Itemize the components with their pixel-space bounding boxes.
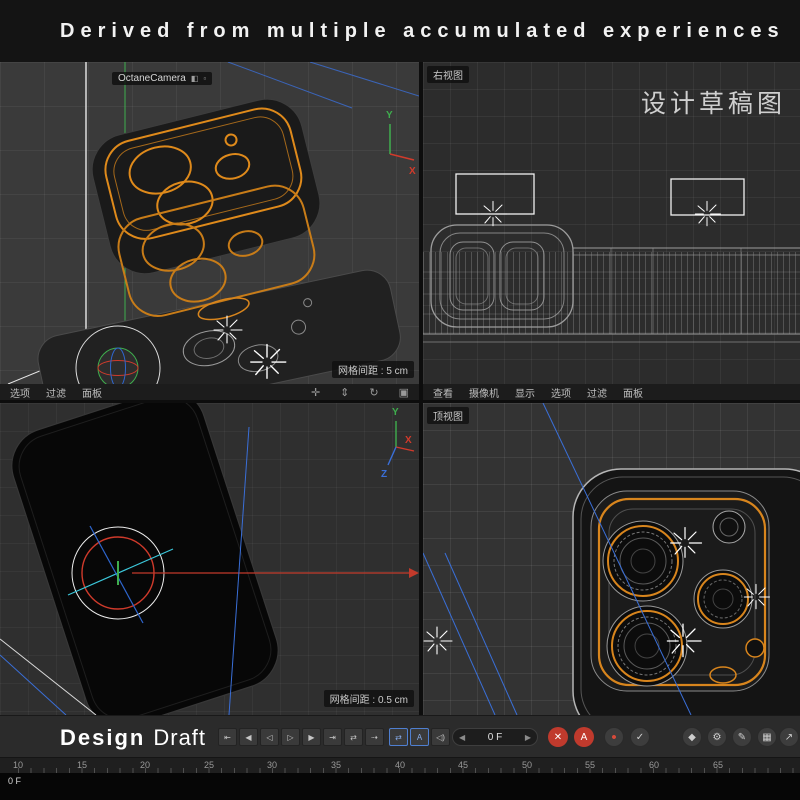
menu-item-panel[interactable]: 面板 (82, 385, 102, 400)
case-base (34, 266, 405, 400)
previous-key-button[interactable]: ◀ (239, 728, 258, 746)
ruler-label: 45 (458, 760, 468, 770)
grid-spacing-badge: 网格间距 : 5 cm (332, 361, 414, 378)
ruler-label: 40 (395, 760, 405, 770)
title-draft: Draft (153, 725, 206, 750)
current-frame-value: 0 F (488, 732, 502, 743)
timeline-ruler[interactable]: 10 15 20 25 30 35 40 45 50 55 60 65 (0, 757, 800, 773)
x-axis-label: X (405, 435, 412, 446)
camera-label-text: OctaneCamera (118, 73, 186, 84)
maximize-icon[interactable]: ▣ (399, 386, 409, 399)
autokey-mode-button[interactable]: A (410, 728, 429, 746)
axis-gizmo: Y X Z (381, 407, 414, 480)
x-axis-label: X (409, 166, 416, 177)
record-keyframe-button[interactable]: ✕ (548, 727, 568, 747)
ruler-label: 20 (140, 760, 150, 770)
ruler-label: 65 (713, 760, 723, 770)
menu-item-options[interactable]: 选项 (551, 385, 571, 400)
camera-icon[interactable]: ◧ (191, 74, 199, 83)
lidar-ring (746, 639, 764, 657)
phone-case-back (2, 403, 288, 715)
menu-item-view[interactable]: 查看 (433, 385, 453, 400)
ruler-label: 10 (13, 760, 23, 770)
viewport-right[interactable]: 右视图 设计草稿图 查看 摄像机 显示 选项 过滤 面板 (423, 62, 800, 400)
perspective-canvas: Y X (0, 62, 419, 400)
watermark-text: 设计草稿图 (641, 84, 786, 120)
key-position-button[interactable]: ◆ (682, 727, 702, 747)
y-axis-label: Y (386, 110, 393, 121)
ruler-label: 60 (649, 760, 659, 770)
menu-item-panel[interactable]: 面板 (623, 385, 643, 400)
ruler-label: 55 (585, 760, 595, 770)
z-axis-label: Z (381, 469, 387, 480)
previous-frame-button[interactable]: ◁ (260, 728, 279, 746)
title-design: Design (60, 725, 145, 750)
next-key-button[interactable]: ⇄ (344, 728, 363, 746)
play-forward-button[interactable]: ▶ (302, 728, 321, 746)
ruler-label: 50 (522, 760, 532, 770)
timeline-toolbar: Design Draft ⇤ ◀ ◁ ▷ ▶ ⇥ ⇄ ⇢ ⇄ A ◁) ◀ 0 F… (0, 715, 800, 757)
right-view-menu-bar: 查看 摄像机 显示 选项 过滤 面板 (423, 384, 800, 400)
next-frame-button[interactable]: ⇢ (365, 728, 384, 746)
ruler-label: 15 (77, 760, 87, 770)
pan-icon[interactable]: ✛ (311, 386, 320, 399)
banner-title: Derived from multiple accumulated experi… (60, 20, 785, 43)
camera-view-canvas: Y X Z (0, 403, 419, 715)
play-button[interactable]: ▷ (281, 728, 300, 746)
grid-spacing-badge: 网格间距 : 0.5 cm (324, 690, 414, 707)
frame-increment-icon[interactable]: ▶ (525, 733, 531, 742)
menu-item-display[interactable]: 显示 (515, 385, 535, 400)
viewport-camera[interactable]: Y X Z 网格间距 : 0.5 cm (0, 403, 419, 715)
menu-item-options[interactable]: 选项 (10, 385, 30, 400)
key-settings-button[interactable]: ⚙ (707, 727, 727, 747)
camera-label[interactable]: OctaneCamera ◧ ▫ (112, 72, 212, 85)
keyframe-point-button[interactable]: • (604, 727, 624, 747)
key-grid-button[interactable]: ▦ (757, 727, 777, 747)
case-corner (573, 469, 800, 715)
viewport-top[interactable]: 顶视图 (423, 403, 800, 715)
go-to-start-button[interactable]: ⇤ (218, 728, 237, 746)
page-title: Design Draft (60, 725, 206, 751)
key-edit-button[interactable]: ✎ (732, 727, 752, 747)
top-view-canvas (423, 403, 800, 715)
current-frame-field[interactable]: ◀ 0 F ▶ (452, 728, 538, 746)
ruler-label: 25 (204, 760, 214, 770)
sparkle-highlight (424, 627, 452, 654)
banner: Derived from multiple accumulated experi… (0, 0, 800, 62)
y-axis-label: Y (392, 407, 399, 418)
menu-item-camera[interactable]: 摄像机 (469, 385, 499, 400)
camera-lens-large-bottom (607, 606, 687, 686)
zoom-icon[interactable]: ⇕ (340, 386, 349, 399)
application-window: Derived from multiple accumulated experi… (0, 0, 800, 800)
perspective-menu-bar: 选项 过滤 面板 ✛ ⇕ ↻ ▣ (0, 384, 419, 400)
autokeying-button[interactable]: A (574, 727, 594, 747)
sound-toggle-button[interactable]: ◁) (431, 728, 450, 746)
axis-gizmo: Y X (386, 110, 416, 177)
keyframe-confirm-button[interactable]: ✓ (630, 727, 650, 747)
loop-mode-button[interactable]: ⇄ (389, 728, 408, 746)
timeline-range-bar[interactable]: 0 F (0, 773, 800, 800)
side-wireframe (423, 225, 800, 342)
sparkle-highlight (695, 201, 720, 225)
key-link-button[interactable]: ↗ (779, 727, 799, 747)
view-label-top[interactable]: 顶视图 (427, 407, 469, 424)
camera-lens-large-top (603, 521, 683, 601)
menu-item-filter[interactable]: 过滤 (46, 385, 66, 400)
view-label-right[interactable]: 右视图 (427, 66, 469, 83)
camera-lens-small (694, 570, 752, 628)
menu-item-filter[interactable]: 过滤 (587, 385, 607, 400)
range-start-label: 0 F (8, 776, 21, 786)
ruler-label: 30 (267, 760, 277, 770)
rotate-icon[interactable]: ↻ (369, 386, 378, 399)
ruler-label: 35 (331, 760, 341, 770)
frame-decrement-icon[interactable]: ◀ (459, 733, 465, 742)
flash-ring (713, 511, 745, 543)
go-to-end-button[interactable]: ⇥ (323, 728, 342, 746)
viewport-perspective[interactable]: Y X OctaneCamera ◧ ▫ 网格间距 : 5 cm 选项 过滤 面… (0, 62, 419, 400)
camera-target-icon[interactable]: ▫ (203, 74, 206, 83)
